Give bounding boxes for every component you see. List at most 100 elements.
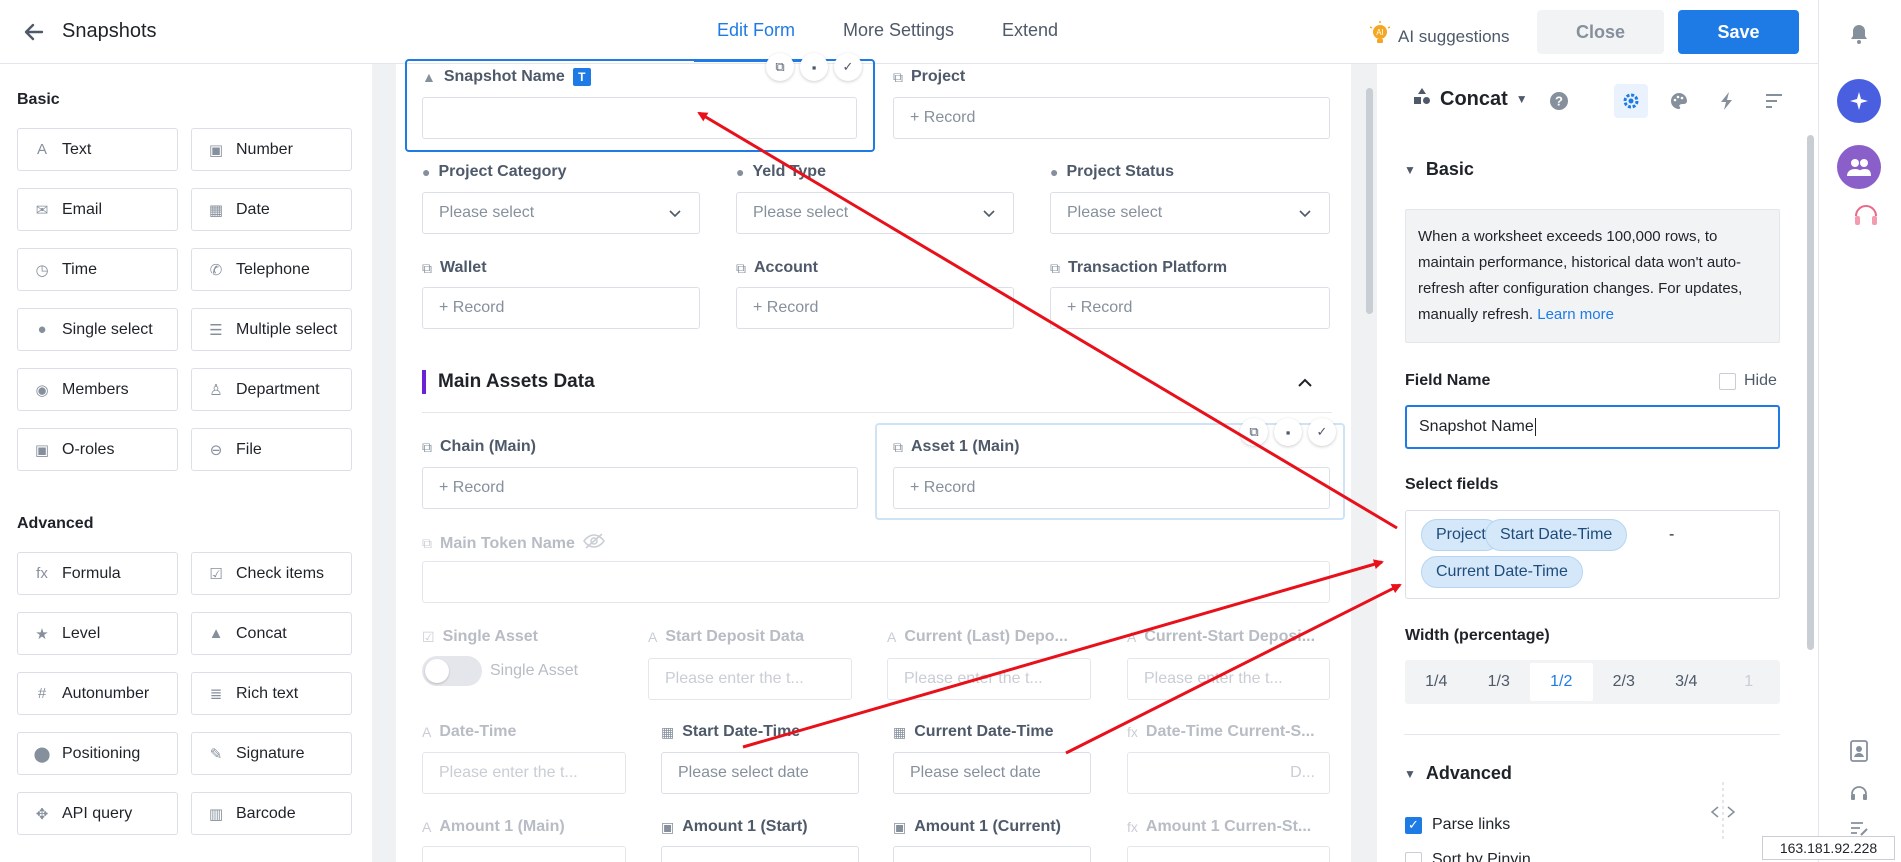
- width-option-2-3[interactable]: 2/3: [1593, 660, 1656, 704]
- single-select-icon: ●: [1050, 164, 1059, 180]
- current-date-time-input[interactable]: Please select date: [893, 752, 1091, 794]
- check-icon[interactable]: ✓: [1308, 418, 1336, 446]
- palette-item-single-select[interactable]: ● Single select: [17, 308, 178, 351]
- wallet-record-field[interactable]: + Record: [422, 287, 700, 329]
- canvas-scrollbar[interactable]: [1366, 88, 1373, 314]
- palette-item-members[interactable]: ◉ Members: [17, 368, 178, 411]
- advanced-props-header[interactable]: ▼ Advanced: [1404, 763, 1512, 784]
- palette-item-api-query[interactable]: ✥ API query: [17, 792, 178, 835]
- collapse-chevron-icon[interactable]: [1296, 374, 1314, 395]
- width-segmented-control: 1/4 1/3 1/2 2/3 3/4 1: [1405, 660, 1780, 704]
- current-last-deposit-input[interactable]: Please enter the t...: [887, 658, 1091, 700]
- amount1-start-input[interactable]: [661, 846, 859, 862]
- link-record-icon: ⧉: [736, 259, 746, 276]
- field-type-dropdown[interactable]: Concat ▼: [1412, 86, 1528, 112]
- basic-props-header[interactable]: ▼ Basic: [1404, 159, 1474, 180]
- chip-current-date-time[interactable]: Current Date-Time: [1421, 556, 1583, 588]
- sort-pinyin-box[interactable]: [1405, 851, 1422, 862]
- palette-item-level[interactable]: ★ Level: [17, 612, 178, 655]
- palette-item-date[interactable]: ▦ Date: [191, 188, 352, 231]
- lightning-icon[interactable]: [1710, 84, 1744, 118]
- palette-item-time[interactable]: ◷ Time: [17, 248, 178, 291]
- palette-item-label: API query: [62, 804, 133, 822]
- copy-icon[interactable]: ⧉: [1240, 418, 1268, 446]
- palette-item-email[interactable]: ✉ Email: [17, 188, 178, 231]
- project-record-field[interactable]: + Record: [893, 97, 1330, 139]
- check-icon[interactable]: ✓: [1405, 816, 1422, 834]
- project-status-select[interactable]: Please select: [1050, 192, 1330, 234]
- bell-icon[interactable]: [1843, 18, 1875, 50]
- current-date-time-label: ▦ Current Date-Time: [893, 723, 1054, 740]
- asset1-main-record-field[interactable]: + Record: [893, 467, 1330, 509]
- palette-item-telephone[interactable]: ✆ Telephone: [191, 248, 352, 291]
- tab-edit-form[interactable]: Edit Form: [717, 20, 795, 41]
- palette-item-rich-text[interactable]: ≣ Rich text: [191, 672, 352, 715]
- palette-item-check-items[interactable]: ☑ Check items: [191, 552, 352, 595]
- date-icon: ▦: [893, 723, 907, 740]
- palette-item-label: Positioning: [62, 744, 141, 762]
- tab-extend[interactable]: Extend: [1002, 20, 1058, 41]
- delete-icon[interactable]: ▪: [1274, 418, 1302, 446]
- amount1-current-input[interactable]: [893, 846, 1091, 862]
- width-option-3-4[interactable]: 3/4: [1655, 660, 1718, 704]
- amount1-main-input[interactable]: [422, 846, 626, 862]
- snapshot-name-input[interactable]: [422, 97, 857, 139]
- palette-item-o-roles[interactable]: ▣ O-roles: [17, 428, 178, 471]
- palette-item-file[interactable]: ⊖ File: [191, 428, 352, 471]
- transaction-platform-record-field[interactable]: + Record: [1050, 287, 1330, 329]
- palette-item-number[interactable]: ▣ Number: [191, 128, 352, 171]
- date-icon: ▦: [208, 201, 224, 219]
- date-time-input[interactable]: Please enter the t...: [422, 752, 626, 794]
- delete-icon[interactable]: ▪: [800, 53, 828, 81]
- project-category-select[interactable]: Please select: [422, 192, 700, 234]
- close-button[interactable]: Close: [1537, 10, 1664, 54]
- start-deposit-data-input[interactable]: Please enter the t...: [648, 658, 852, 700]
- learn-more-link[interactable]: Learn more: [1537, 306, 1614, 323]
- ai-assistant-icon[interactable]: [1837, 79, 1881, 123]
- field-name-input[interactable]: Snapshot Name: [1405, 405, 1780, 449]
- chip-start-date-time[interactable]: Start Date-Time: [1485, 519, 1628, 551]
- palette-item-department[interactable]: ♙ Department: [191, 368, 352, 411]
- tab-more-settings[interactable]: More Settings: [843, 20, 954, 41]
- properties-scrollbar[interactable]: [1807, 135, 1814, 650]
- main-token-name-field[interactable]: [422, 561, 1330, 603]
- back-arrow-icon[interactable]: [20, 18, 48, 46]
- palette-item-concat[interactable]: ▲ Concat: [191, 612, 352, 655]
- palette-item-text[interactable]: A Text: [17, 128, 178, 171]
- ai-suggestions-button[interactable]: AI AI suggestions: [1368, 21, 1510, 52]
- palette-item-positioning[interactable]: ⬤ Positioning: [17, 732, 178, 775]
- palette-item-formula[interactable]: fx Formula: [17, 552, 178, 595]
- help-icon[interactable]: ?: [1542, 84, 1576, 118]
- palette-item-multiple-select[interactable]: ☰ Multiple select: [191, 308, 352, 351]
- width-option-1-2[interactable]: 1/2: [1530, 663, 1593, 701]
- current-start-deposit-input[interactable]: Please enter the t...: [1127, 658, 1330, 700]
- team-avatar-icon[interactable]: [1837, 145, 1881, 189]
- hide-checkbox[interactable]: Hide: [1719, 372, 1777, 390]
- yeld-type-select[interactable]: Please select: [736, 192, 1014, 234]
- sort-by-pinyin-checkbox[interactable]: Sort by Pinyin: [1405, 851, 1531, 862]
- hide-checkbox-box[interactable]: [1719, 372, 1736, 390]
- resize-handle-icon[interactable]: [1708, 782, 1738, 845]
- check-icon[interactable]: ✓: [834, 53, 862, 81]
- contact-card-icon[interactable]: [1847, 738, 1871, 764]
- palette-item-autonumber[interactable]: # Autonumber: [17, 672, 178, 715]
- parse-links-checkbox[interactable]: ✓ Parse links: [1405, 816, 1510, 834]
- palette-icon[interactable]: [1662, 84, 1696, 118]
- left-gutter: [372, 64, 396, 862]
- account-record-field[interactable]: + Record: [736, 287, 1014, 329]
- sort-lines-icon[interactable]: [1757, 84, 1791, 118]
- attachment-icon: ⊖: [209, 441, 223, 459]
- top-bar: Snapshots Edit Form More Settings Extend…: [0, 0, 1818, 64]
- headset-pink-icon[interactable]: [1853, 198, 1879, 232]
- support-headset-icon[interactable]: [1847, 781, 1871, 805]
- chain-main-record-field[interactable]: + Record: [422, 467, 858, 509]
- palette-item-barcode[interactable]: ▥ Barcode: [191, 792, 352, 835]
- copy-icon[interactable]: ⧉: [766, 53, 794, 81]
- width-option-1-4[interactable]: 1/4: [1405, 660, 1468, 704]
- single-asset-toggle[interactable]: [422, 656, 482, 686]
- start-date-time-input[interactable]: Please select date: [661, 752, 859, 794]
- save-button[interactable]: Save: [1678, 10, 1799, 54]
- palette-item-signature[interactable]: ✎ Signature: [191, 732, 352, 775]
- settings-gear-icon[interactable]: [1614, 84, 1648, 118]
- width-option-1-3[interactable]: 1/3: [1468, 660, 1531, 704]
